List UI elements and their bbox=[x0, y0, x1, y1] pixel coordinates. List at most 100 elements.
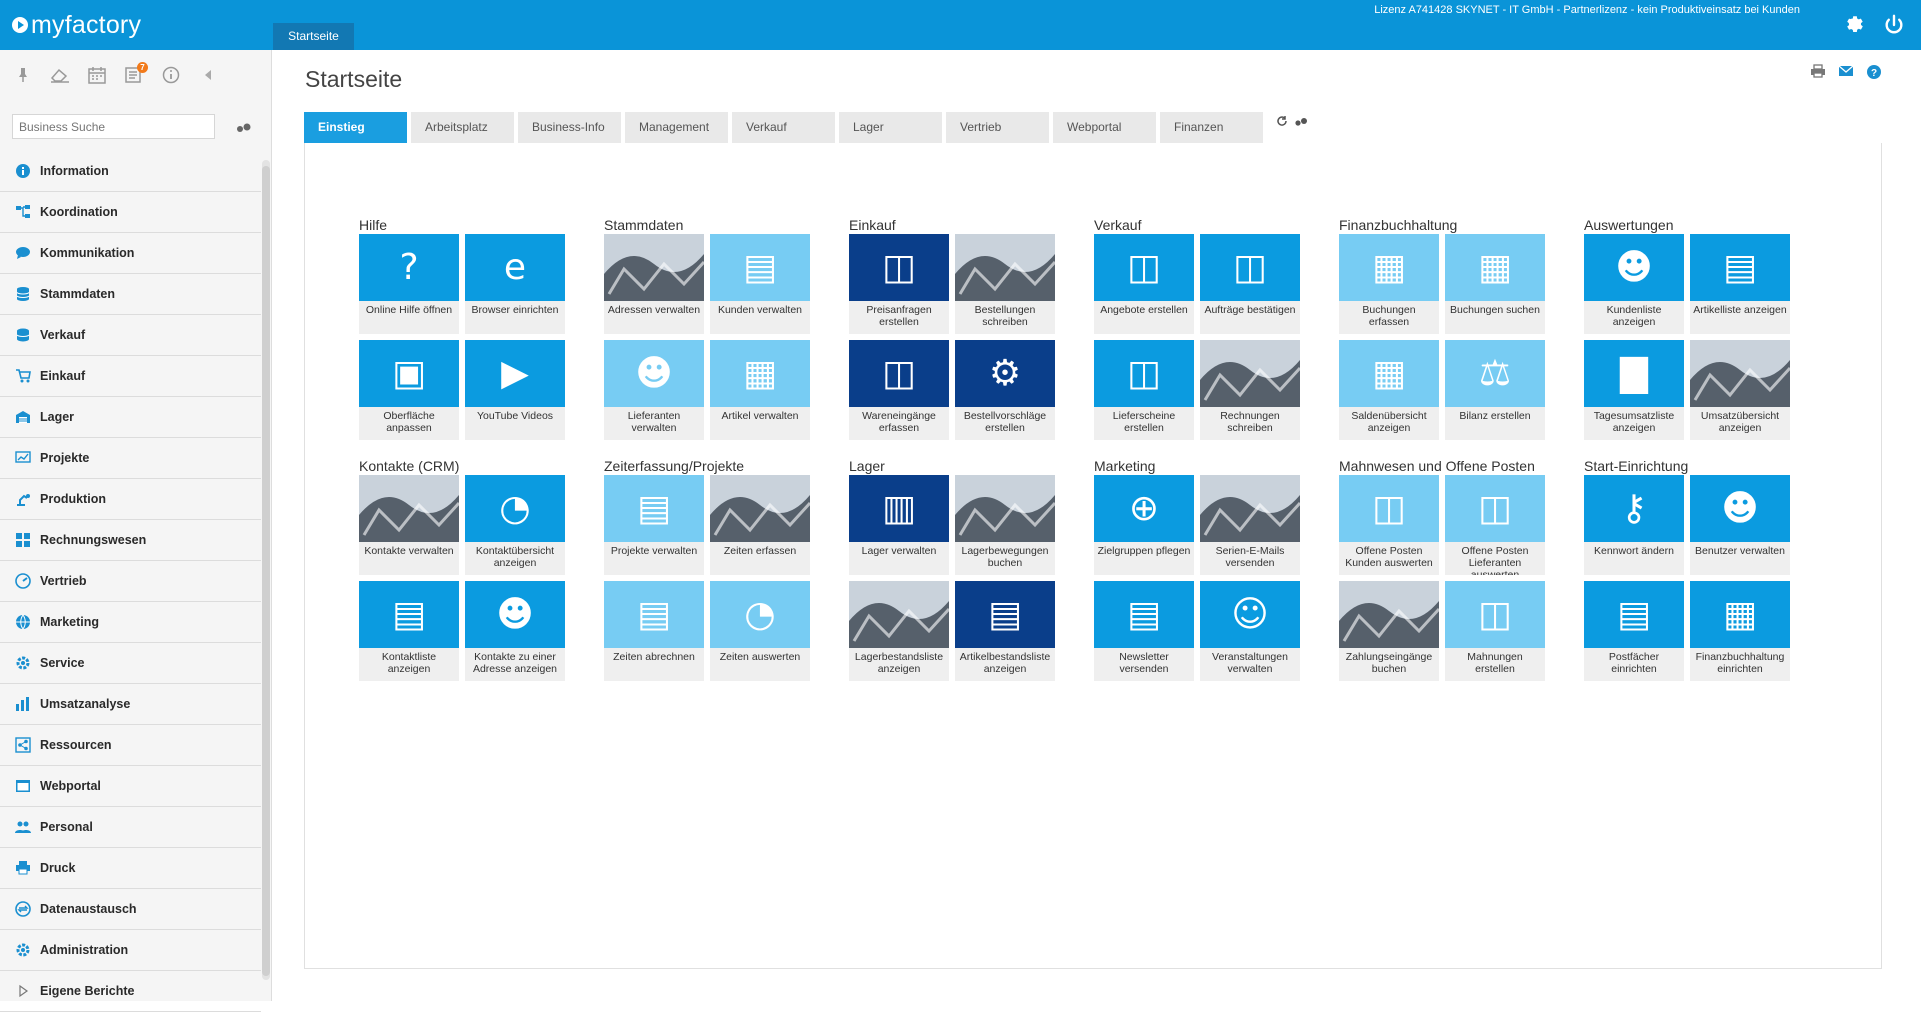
shortcut-tile[interactable]: ☻ Kontakte zu einer Adresse anzeigen bbox=[465, 581, 565, 681]
shortcut-tile[interactable]: ? Online Hilfe öffnen bbox=[359, 234, 459, 334]
shortcut-tile[interactable]: ◫ Offene Posten Kunden auswerten bbox=[1339, 475, 1439, 575]
tab-einstieg[interactable]: Einstieg bbox=[304, 112, 407, 143]
sidebar-item-kommunikation[interactable]: Kommunikation bbox=[0, 233, 261, 274]
shortcut-tile[interactable]: Kontakte verwalten bbox=[359, 475, 459, 575]
shortcut-tile[interactable]: Umsatzübersicht anzeigen bbox=[1690, 340, 1790, 440]
tasks-icon[interactable]: 7 bbox=[123, 62, 148, 86]
sidebar-item-personal[interactable]: Personal bbox=[0, 807, 261, 848]
brand-logo[interactable]: myfactory bbox=[12, 10, 141, 40]
shortcut-tile[interactable]: ▥ Lager verwalten bbox=[849, 475, 949, 575]
sidebar-item-rechnungswesen[interactable]: Rechnungswesen bbox=[0, 520, 261, 561]
shortcut-tile[interactable]: Serien-E-Mails versenden bbox=[1200, 475, 1300, 575]
shortcut-tile[interactable]: ◫ Offene Posten Lieferanten auswerten bbox=[1445, 475, 1545, 575]
tab-lager[interactable]: Lager bbox=[839, 112, 942, 143]
sidebar-item-vertrieb[interactable]: Vertrieb bbox=[0, 561, 261, 602]
business-search-input[interactable] bbox=[12, 114, 215, 139]
tile-photo bbox=[849, 581, 949, 648]
eraser-icon[interactable] bbox=[49, 64, 71, 86]
shortcut-tile[interactable]: Rechnungen schreiben bbox=[1200, 340, 1300, 440]
tab-business-info[interactable]: Business-Info bbox=[518, 112, 621, 143]
shortcut-tile[interactable]: ▇ Tagesumsatzliste anzeigen bbox=[1584, 340, 1684, 440]
shortcut-tile[interactable]: ▤ Postfächer einrichten bbox=[1584, 581, 1684, 681]
shortcut-tile[interactable]: ▤ Kunden verwalten bbox=[710, 234, 810, 334]
shortcut-tile[interactable]: Lagerbestandsliste anzeigen bbox=[849, 581, 949, 681]
shortcut-tile[interactable]: ▦ Saldenübersicht anzeigen bbox=[1339, 340, 1439, 440]
tab-vertrieb[interactable]: Vertrieb bbox=[946, 112, 1049, 143]
shortcut-tile[interactable]: ◫ Mahnungen erstellen bbox=[1445, 581, 1545, 681]
shortcut-tile[interactable]: ▦ Buchungen erfassen bbox=[1339, 234, 1439, 334]
shortcut-tile[interactable]: ◫ Lieferscheine erstellen bbox=[1094, 340, 1194, 440]
shortcut-tile[interactable]: ☻ Lieferanten verwalten bbox=[604, 340, 704, 440]
info-circle-icon[interactable] bbox=[160, 64, 182, 86]
shortcut-tile[interactable]: ▶ YouTube Videos bbox=[465, 340, 565, 440]
pin-icon[interactable] bbox=[12, 64, 34, 86]
sidebar-item-lager[interactable]: Lager bbox=[0, 397, 261, 438]
shortcut-tile[interactable]: ◫ Aufträge bestätigen bbox=[1200, 234, 1300, 334]
sidebar-item-webportal[interactable]: Webportal bbox=[0, 766, 261, 807]
calendar-icon[interactable] bbox=[86, 64, 108, 86]
shortcut-tile[interactable]: Adressen verwalten bbox=[604, 234, 704, 334]
shortcut-tile[interactable]: ▣ Oberfläche anpassen bbox=[359, 340, 459, 440]
search-options-icon[interactable] bbox=[236, 120, 252, 138]
shortcut-tile[interactable]: ⚖ Bilanz erstellen bbox=[1445, 340, 1545, 440]
shortcut-tile[interactable]: ⚷ Kennwort ändern bbox=[1584, 475, 1684, 575]
sidebar-item-einkauf[interactable]: Einkauf bbox=[0, 356, 261, 397]
collapse-sidebar-icon[interactable] bbox=[197, 64, 219, 86]
sidebar-item-verkauf[interactable]: Verkauf bbox=[0, 315, 261, 356]
shortcut-tile[interactable]: ▤ Kontaktliste anzeigen bbox=[359, 581, 459, 681]
tab-options-icon[interactable] bbox=[1294, 114, 1308, 132]
sidebar-item-administration[interactable]: Administration bbox=[0, 930, 261, 971]
shortcut-tile[interactable]: ▤ Zeiten abrechnen bbox=[604, 581, 704, 681]
license-text: Lizenz A741428 SKYNET - IT GmbH - Partne… bbox=[1374, 4, 1800, 16]
mail-icon[interactable] bbox=[1838, 64, 1854, 85]
shortcut-tile[interactable]: ◫ Wareneingänge erfassen bbox=[849, 340, 949, 440]
tile-glyph-icon: ☻ bbox=[635, 352, 673, 394]
shortcut-tile[interactable]: ▤ Projekte verwalten bbox=[604, 475, 704, 575]
shortcut-tile[interactable]: ▤ Newsletter versenden bbox=[1094, 581, 1194, 681]
sidebar-item-umsatzanalyse[interactable]: Umsatzanalyse bbox=[0, 684, 261, 725]
shortcut-tile[interactable]: ◫ Preisanfragen erstellen bbox=[849, 234, 949, 334]
help-icon[interactable]: ? bbox=[1866, 64, 1882, 85]
tab-webportal[interactable]: Webportal bbox=[1053, 112, 1156, 143]
tab-startseite[interactable]: Startseite bbox=[273, 23, 354, 50]
shortcut-tile[interactable]: ☻ Kundenliste anzeigen bbox=[1584, 234, 1684, 334]
tile-group: Einkauf ◫ Preisanfragen erstellen Bestellun… bbox=[849, 216, 1055, 440]
tab-finanzen[interactable]: Finanzen bbox=[1160, 112, 1263, 143]
sidebar-item-datenaustausch[interactable]: Datenaustausch bbox=[0, 889, 261, 930]
sidebar-item-produktion[interactable]: Produktion bbox=[0, 479, 261, 520]
shortcut-tile[interactable]: Lagerbewegungen buchen bbox=[955, 475, 1055, 575]
shortcut-tile[interactable]: ▤ Artikelliste anzeigen bbox=[1690, 234, 1790, 334]
tab-management[interactable]: Management bbox=[625, 112, 728, 143]
sidebar-item-projekte[interactable]: Projekte bbox=[0, 438, 261, 479]
sidebar-item-service[interactable]: Service bbox=[0, 643, 261, 684]
shortcut-tile[interactable]: ☻ Benutzer verwalten bbox=[1690, 475, 1790, 575]
sidebar-item-stammdaten[interactable]: Stammdaten bbox=[0, 274, 261, 315]
tab-verkauf[interactable]: Verkauf bbox=[732, 112, 835, 143]
sidebar-item-eigene-berichte[interactable]: Eigene Berichte bbox=[0, 971, 261, 1012]
shortcut-tile[interactable]: ⊕ Zielgruppen pflegen bbox=[1094, 475, 1194, 575]
shortcut-tile[interactable]: ☺ Veranstaltungen verwalten bbox=[1200, 581, 1300, 681]
shortcut-tile[interactable]: ▦ Finanzbuchhaltung einrichten bbox=[1690, 581, 1790, 681]
sidebar-item-marketing[interactable]: Marketing bbox=[0, 602, 261, 643]
sidebar-item-druck[interactable]: Druck bbox=[0, 848, 261, 889]
shortcut-tile[interactable]: ◫ Angebote erstellen bbox=[1094, 234, 1194, 334]
settings-gear-icon[interactable] bbox=[1842, 12, 1868, 38]
shortcut-tile[interactable]: Zahlungseingänge buchen bbox=[1339, 581, 1439, 681]
shortcut-tile[interactable]: ◔ Kontaktübersicht anzeigen bbox=[465, 475, 565, 575]
shortcut-tile[interactable]: e Browser einrichten bbox=[465, 234, 565, 334]
shortcut-tile[interactable]: Bestellungen schreiben bbox=[955, 234, 1055, 334]
sidebar-scrollbar-thumb[interactable] bbox=[262, 166, 270, 976]
sidebar-item-ressourcen[interactable]: Ressourcen bbox=[0, 725, 261, 766]
sidebar-item-information[interactable]: Information bbox=[0, 151, 261, 192]
shortcut-tile[interactable]: ▦ Buchungen suchen bbox=[1445, 234, 1545, 334]
shortcut-tile[interactable]: Zeiten erfassen bbox=[710, 475, 810, 575]
shortcut-tile[interactable]: ◔ Zeiten auswerten bbox=[710, 581, 810, 681]
power-icon[interactable] bbox=[1881, 12, 1907, 38]
shortcut-tile[interactable]: ⚙ Bestellvorschläge erstellen bbox=[955, 340, 1055, 440]
refresh-icon[interactable] bbox=[1276, 114, 1288, 132]
shortcut-tile[interactable]: ▦ Artikel verwalten bbox=[710, 340, 810, 440]
tab-arbeitsplatz[interactable]: Arbeitsplatz bbox=[411, 112, 514, 143]
sidebar-item-koordination[interactable]: Koordination bbox=[0, 192, 261, 233]
shortcut-tile[interactable]: ▤ Artikelbestandsliste anzeigen bbox=[955, 581, 1055, 681]
print-icon[interactable] bbox=[1810, 64, 1826, 85]
